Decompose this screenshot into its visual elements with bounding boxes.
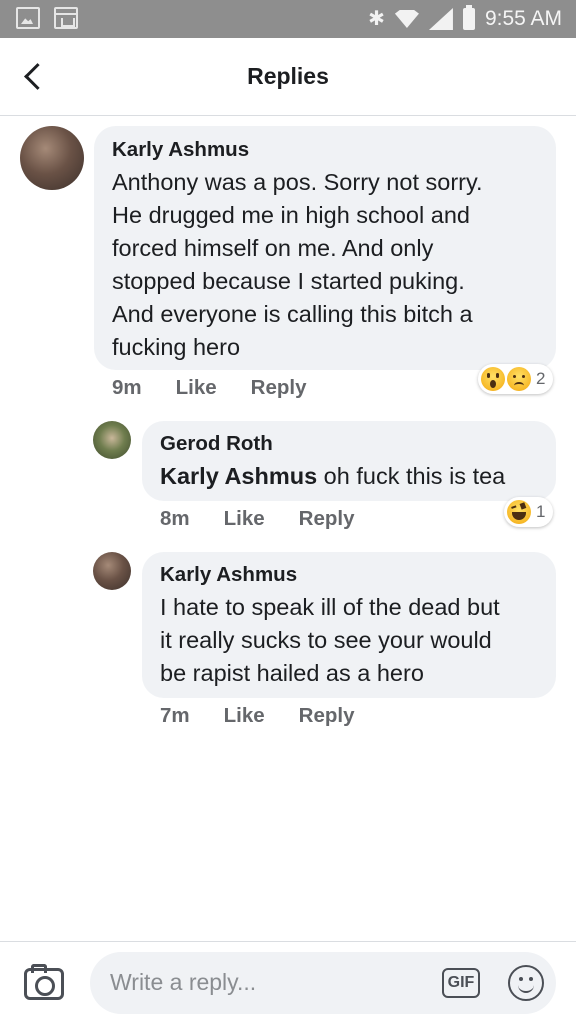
comment-actions: 8m Like Reply [160,507,355,531]
comment-time: 8m [160,507,190,530]
battery-icon [462,5,475,30]
status-bar: ✱ 9:55 AM [0,0,576,38]
comment-actions: 7m Like Reply [160,704,355,728]
signal-icon [428,8,453,30]
avatar[interactable] [20,126,84,190]
sad-reaction-icon [507,367,531,391]
bluetooth-icon: ✱ [368,8,385,30]
comment-author[interactable]: Karly Ashmus [112,138,538,162]
reaction-count: 1 [536,502,546,521]
comment-bubble: Karly Ashmus I hate to speak ill of the … [142,552,556,698]
reaction-summary[interactable]: 1 [504,497,554,527]
comment-text: I hate to speak ill of the dead but it r… [160,594,500,686]
camera-icon[interactable] [24,964,64,1000]
comment-time: 9m [112,376,142,399]
gif-button[interactable]: GIF [442,968,480,998]
comment-bubble: Karly Ashmus Anthony was a pos. Sorry no… [94,126,556,370]
like-button[interactable]: Like [224,507,265,531]
reply-placeholder: Write a reply... [110,969,257,995]
haha-reaction-icon [507,500,531,524]
calendar-icon [54,7,78,29]
reaction-count: 2 [536,369,546,388]
reply-composer: Write a reply... GIF [0,941,576,1024]
smiley-icon[interactable] [508,965,544,1001]
like-button[interactable]: Like [176,376,217,400]
header: Replies [0,38,576,116]
mention-link[interactable]: Karly Ashmus [160,463,317,489]
gallery-icon [16,7,40,29]
comment-author[interactable]: Karly Ashmus [160,563,538,587]
comment-actions: 9m Like Reply [112,376,307,400]
reply-button[interactable]: Reply [251,376,307,400]
status-time: 9:55 AM [484,7,562,30]
wow-reaction-icon [481,367,505,391]
reply-button[interactable]: Reply [299,507,355,531]
avatar[interactable] [93,421,131,459]
comment-text: Anthony was a pos. Sorry not sorry. He d… [112,169,483,360]
page-title: Replies [247,63,329,89]
comment-bubble: Gerod Roth Karly Ashmus oh fuck this is … [142,421,556,501]
comment-author[interactable]: Gerod Roth [160,432,538,456]
wifi-icon [394,10,419,28]
avatar[interactable] [93,552,131,590]
reply-button[interactable]: Reply [299,704,355,728]
comment-time: 7m [160,704,190,727]
reply-input[interactable]: Write a reply... GIF [90,952,556,1014]
like-button[interactable]: Like [224,704,265,728]
reaction-summary[interactable]: 2 [478,364,554,394]
comment-text: oh fuck this is tea [317,463,506,489]
